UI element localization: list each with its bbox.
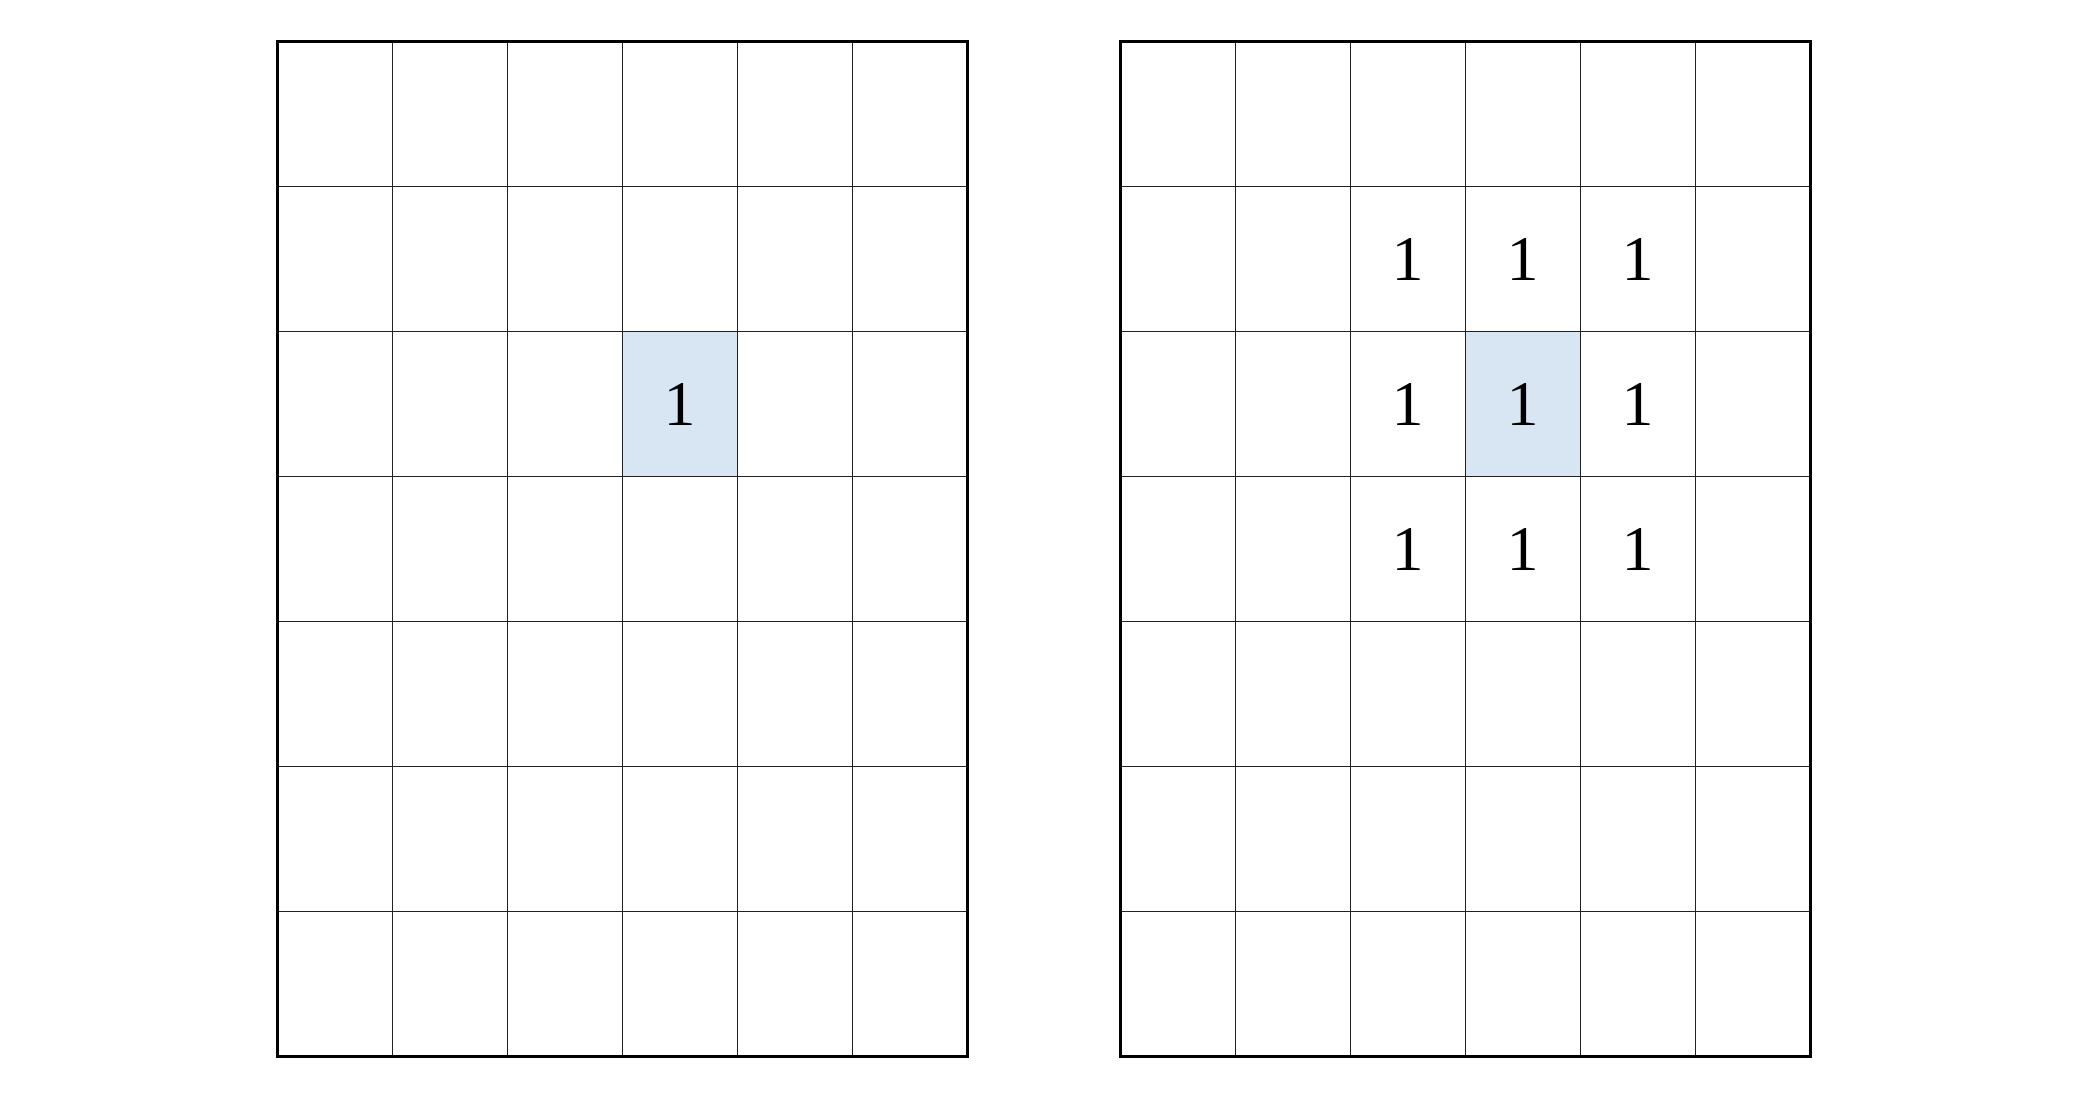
grid-cell: 1 <box>1465 187 1580 332</box>
grid-cell <box>1580 912 1695 1057</box>
grid-cell <box>1120 767 1235 912</box>
grid-cell-highlight: 1 <box>622 332 737 477</box>
grid-cell <box>1235 622 1350 767</box>
grid-cell <box>392 332 507 477</box>
grid-cell <box>392 477 507 622</box>
grid-cell <box>1235 42 1350 187</box>
grid-cell <box>1235 767 1350 912</box>
grid-cell <box>507 622 622 767</box>
grid-cell <box>622 477 737 622</box>
grid-cell: 1 <box>1350 332 1465 477</box>
grid-cell <box>507 767 622 912</box>
grid-cell <box>622 622 737 767</box>
grid-cell <box>1235 477 1350 622</box>
grid-cell <box>1235 187 1350 332</box>
grid-cell <box>1120 42 1235 187</box>
grid-cell <box>1350 622 1465 767</box>
grid-cell <box>277 912 392 1057</box>
grid-cell <box>622 42 737 187</box>
grid-cell: 1 <box>1580 187 1695 332</box>
grid-cell <box>1695 187 1810 332</box>
grid-cell <box>1465 42 1580 187</box>
grid-cell <box>1350 42 1465 187</box>
grid-cell <box>1695 767 1810 912</box>
grid-cell <box>852 477 967 622</box>
grid-cell <box>622 767 737 912</box>
grid-cell <box>1580 767 1695 912</box>
grid-cell <box>622 912 737 1057</box>
grid-cell <box>737 622 852 767</box>
grid-cell <box>1580 622 1695 767</box>
grid-cell <box>1120 187 1235 332</box>
grid-cell <box>622 187 737 332</box>
grid-cell <box>1695 332 1810 477</box>
grid-cell <box>1465 622 1580 767</box>
grid-cell <box>852 42 967 187</box>
grid-cell <box>852 622 967 767</box>
grid-cell <box>1695 622 1810 767</box>
left-grid: 1 <box>276 40 969 1058</box>
grid-cell <box>852 332 967 477</box>
grid-cell <box>737 477 852 622</box>
grid-cell <box>1120 332 1235 477</box>
grid-cell <box>1695 477 1810 622</box>
grid-cell-highlight: 1 <box>1465 332 1580 477</box>
grid-cell <box>1350 767 1465 912</box>
grid-cell <box>507 187 622 332</box>
grid-cell <box>277 477 392 622</box>
left-grid-table: 1 <box>276 40 969 1058</box>
grid-cell <box>1120 477 1235 622</box>
grid-cell <box>507 477 622 622</box>
right-grid-table: 111 111 111 <box>1119 40 1812 1058</box>
grid-cell <box>852 912 967 1057</box>
grid-cell: 1 <box>1350 187 1465 332</box>
grid-cell <box>392 767 507 912</box>
grid-cell <box>1465 767 1580 912</box>
grid-cell: 1 <box>1580 477 1695 622</box>
grid-cell <box>737 187 852 332</box>
grid-cell: 1 <box>1465 477 1580 622</box>
grid-cell <box>1350 912 1465 1057</box>
grid-cell <box>277 187 392 332</box>
grid-cell <box>507 332 622 477</box>
grid-cell <box>852 187 967 332</box>
grid-cell: 1 <box>1350 477 1465 622</box>
grid-cell <box>1120 912 1235 1057</box>
grid-cell <box>277 42 392 187</box>
grid-cell <box>507 42 622 187</box>
grid-cell <box>392 187 507 332</box>
grid-cell <box>1120 622 1235 767</box>
right-grid: 111 111 111 <box>1119 40 1812 1058</box>
grid-cell <box>1695 912 1810 1057</box>
grid-cell <box>737 42 852 187</box>
grid-cell <box>392 42 507 187</box>
grid-cell <box>1465 912 1580 1057</box>
grid-cell <box>737 912 852 1057</box>
grid-cell <box>277 332 392 477</box>
grid-cell <box>1235 332 1350 477</box>
grid-cell <box>277 767 392 912</box>
grid-cell <box>737 767 852 912</box>
grid-cell <box>392 622 507 767</box>
grid-cell <box>1235 912 1350 1057</box>
grid-cell <box>1695 42 1810 187</box>
grid-cell <box>507 912 622 1057</box>
grid-cell: 1 <box>1580 332 1695 477</box>
grid-cell <box>852 767 967 912</box>
grid-cell <box>277 622 392 767</box>
grid-cell <box>737 332 852 477</box>
grid-cell <box>392 912 507 1057</box>
grid-cell <box>1580 42 1695 187</box>
